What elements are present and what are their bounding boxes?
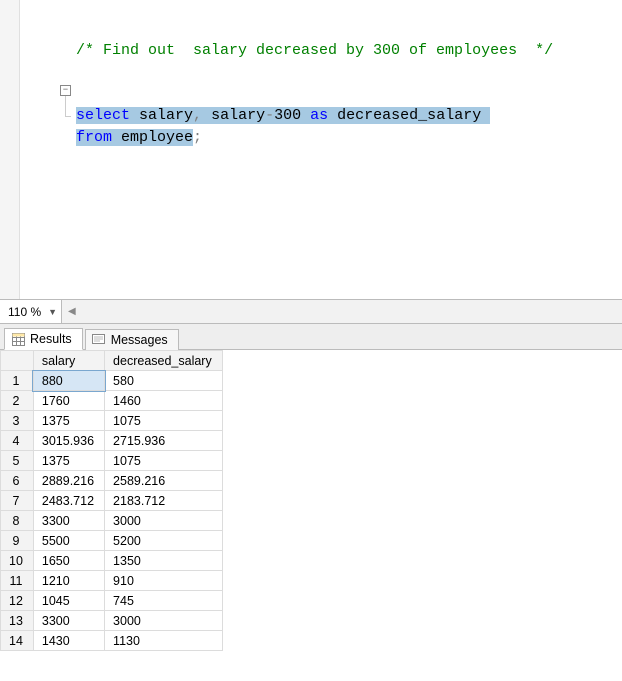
table-row[interactable]: 313751075: [1, 411, 223, 431]
cell[interactable]: 1350: [105, 551, 223, 571]
table-row[interactable]: 1880580: [1, 371, 223, 391]
row-number[interactable]: 11: [1, 571, 34, 591]
cell[interactable]: 2589.216: [105, 471, 223, 491]
fold-guide-end: [65, 116, 71, 117]
cell[interactable]: 5200: [105, 531, 223, 551]
results-grid[interactable]: salary decreased_salary 1880580217601460…: [0, 350, 223, 651]
cell[interactable]: 3000: [105, 511, 223, 531]
col-salary2: salary: [211, 107, 265, 124]
cell[interactable]: 3300: [33, 511, 104, 531]
cell[interactable]: 2183.712: [105, 491, 223, 511]
result-tabs: Results Messages: [0, 324, 622, 350]
cell[interactable]: 1045: [33, 591, 104, 611]
row-number[interactable]: 7: [1, 491, 34, 511]
comma: ,: [193, 107, 202, 124]
table-row[interactable]: 72483.7122183.712: [1, 491, 223, 511]
col-header-salary[interactable]: salary: [33, 351, 104, 371]
table-row[interactable]: 1414301130: [1, 631, 223, 651]
cell[interactable]: 745: [105, 591, 223, 611]
cell[interactable]: 3300: [33, 611, 104, 631]
tab-results-label: Results: [30, 332, 72, 346]
cell[interactable]: 3000: [105, 611, 223, 631]
table-row[interactable]: 955005200: [1, 531, 223, 551]
cell[interactable]: 1760: [33, 391, 104, 411]
table-row[interactable]: 43015.9362715.936: [1, 431, 223, 451]
code-block[interactable]: /* Find out salary decreased by 300 of e…: [20, 0, 622, 299]
cell[interactable]: 2889.216: [33, 471, 104, 491]
sql-editor[interactable]: /* Find out salary decreased by 300 of e…: [0, 0, 622, 300]
row-number[interactable]: 5: [1, 451, 34, 471]
row-number[interactable]: 10: [1, 551, 34, 571]
row-number[interactable]: 2: [1, 391, 34, 411]
table-row[interactable]: 513751075: [1, 451, 223, 471]
row-number[interactable]: 4: [1, 431, 34, 451]
row-number[interactable]: 1: [1, 371, 34, 391]
cell[interactable]: 1210: [33, 571, 104, 591]
chevron-down-icon: ▼: [48, 307, 57, 317]
zoom-nav[interactable]: ◀: [62, 306, 82, 317]
row-number[interactable]: 9: [1, 531, 34, 551]
rownum-header: [1, 351, 34, 371]
cell[interactable]: 580: [105, 371, 223, 391]
results-grid-wrap[interactable]: salary decreased_salary 1880580217601460…: [0, 350, 622, 680]
row-number[interactable]: 3: [1, 411, 34, 431]
cell[interactable]: 1460: [105, 391, 223, 411]
sql-comment: /* Find out salary decreased by 300 of e…: [76, 42, 553, 59]
messages-icon: [92, 333, 106, 347]
row-number[interactable]: 6: [1, 471, 34, 491]
tab-results[interactable]: Results: [4, 328, 83, 350]
cell[interactable]: 1430: [33, 631, 104, 651]
cell[interactable]: 910: [105, 571, 223, 591]
table-row[interactable]: 121045745: [1, 591, 223, 611]
editor-gutter: [0, 0, 20, 299]
row-number[interactable]: 13: [1, 611, 34, 631]
fold-guide: [65, 96, 66, 116]
table-row[interactable]: 833003000: [1, 511, 223, 531]
kw-as: as: [310, 107, 328, 124]
row-number[interactable]: 12: [1, 591, 34, 611]
alias-decreased: decreased_salary: [337, 107, 481, 124]
cell[interactable]: 1375: [33, 411, 104, 431]
kw-select: select: [76, 107, 130, 124]
col-header-decreased[interactable]: decreased_salary: [105, 351, 223, 371]
cell[interactable]: 5500: [33, 531, 104, 551]
table-employee: employee: [121, 129, 193, 146]
zoom-bar: 110 % ▼ ◀: [0, 300, 622, 324]
tab-messages-label: Messages: [111, 333, 168, 347]
cell[interactable]: 2483.712: [33, 491, 104, 511]
table-row[interactable]: 1016501350: [1, 551, 223, 571]
cell[interactable]: 1375: [33, 451, 104, 471]
semicolon: ;: [193, 129, 202, 146]
cell[interactable]: 2715.936: [105, 431, 223, 451]
cell[interactable]: 1075: [105, 411, 223, 431]
tab-messages[interactable]: Messages: [85, 329, 179, 350]
col-salary: salary: [139, 107, 193, 124]
literal-300: 300: [274, 107, 301, 124]
table-row[interactable]: 62889.2162589.216: [1, 471, 223, 491]
row-number[interactable]: 8: [1, 511, 34, 531]
zoom-select[interactable]: 110 % ▼: [0, 300, 62, 323]
cell[interactable]: 3015.936: [33, 431, 104, 451]
table-row[interactable]: 111210910: [1, 571, 223, 591]
fold-toggle-icon[interactable]: −: [60, 85, 71, 96]
kw-from: from: [76, 129, 112, 146]
grid-icon: [11, 332, 25, 346]
cell[interactable]: 1130: [105, 631, 223, 651]
table-row[interactable]: 1333003000: [1, 611, 223, 631]
table-row[interactable]: 217601460: [1, 391, 223, 411]
cell[interactable]: 880: [33, 371, 104, 391]
zoom-value: 110 %: [8, 305, 41, 319]
minus-op: -: [265, 107, 274, 124]
cell[interactable]: 1075: [105, 451, 223, 471]
row-number[interactable]: 14: [1, 631, 34, 651]
cell[interactable]: 1650: [33, 551, 104, 571]
